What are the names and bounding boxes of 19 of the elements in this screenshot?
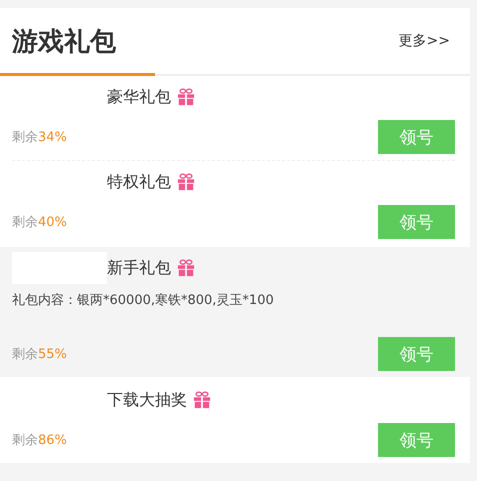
gift-contents: 礼包内容：银两*60000,寒铁*800,灵玉*100	[12, 292, 275, 310]
gift-title: 新手礼包	[107, 258, 171, 278]
claim-button[interactable]: 领号	[378, 120, 455, 154]
claim-button[interactable]: 领号	[378, 337, 455, 371]
gift-icon	[177, 88, 195, 106]
more-link[interactable]: 更多>>	[398, 32, 450, 50]
gift-icon	[193, 391, 211, 409]
claim-button[interactable]: 领号	[378, 205, 455, 239]
gift-icon	[177, 173, 195, 191]
gift-title: 下载大抽奖	[107, 390, 187, 410]
section-title: 游戏礼包	[12, 26, 116, 58]
claim-button[interactable]: 领号	[378, 423, 455, 457]
gift-title: 特权礼包	[107, 172, 171, 192]
gift-title: 豪华礼包	[107, 86, 171, 108]
remaining-text: 剩余34%	[12, 129, 67, 146]
gift-icon	[177, 259, 195, 277]
remaining-text: 剩余40%	[12, 214, 67, 231]
remaining-text: 剩余86%	[12, 432, 67, 449]
remaining-text: 剩余55%	[12, 346, 67, 363]
